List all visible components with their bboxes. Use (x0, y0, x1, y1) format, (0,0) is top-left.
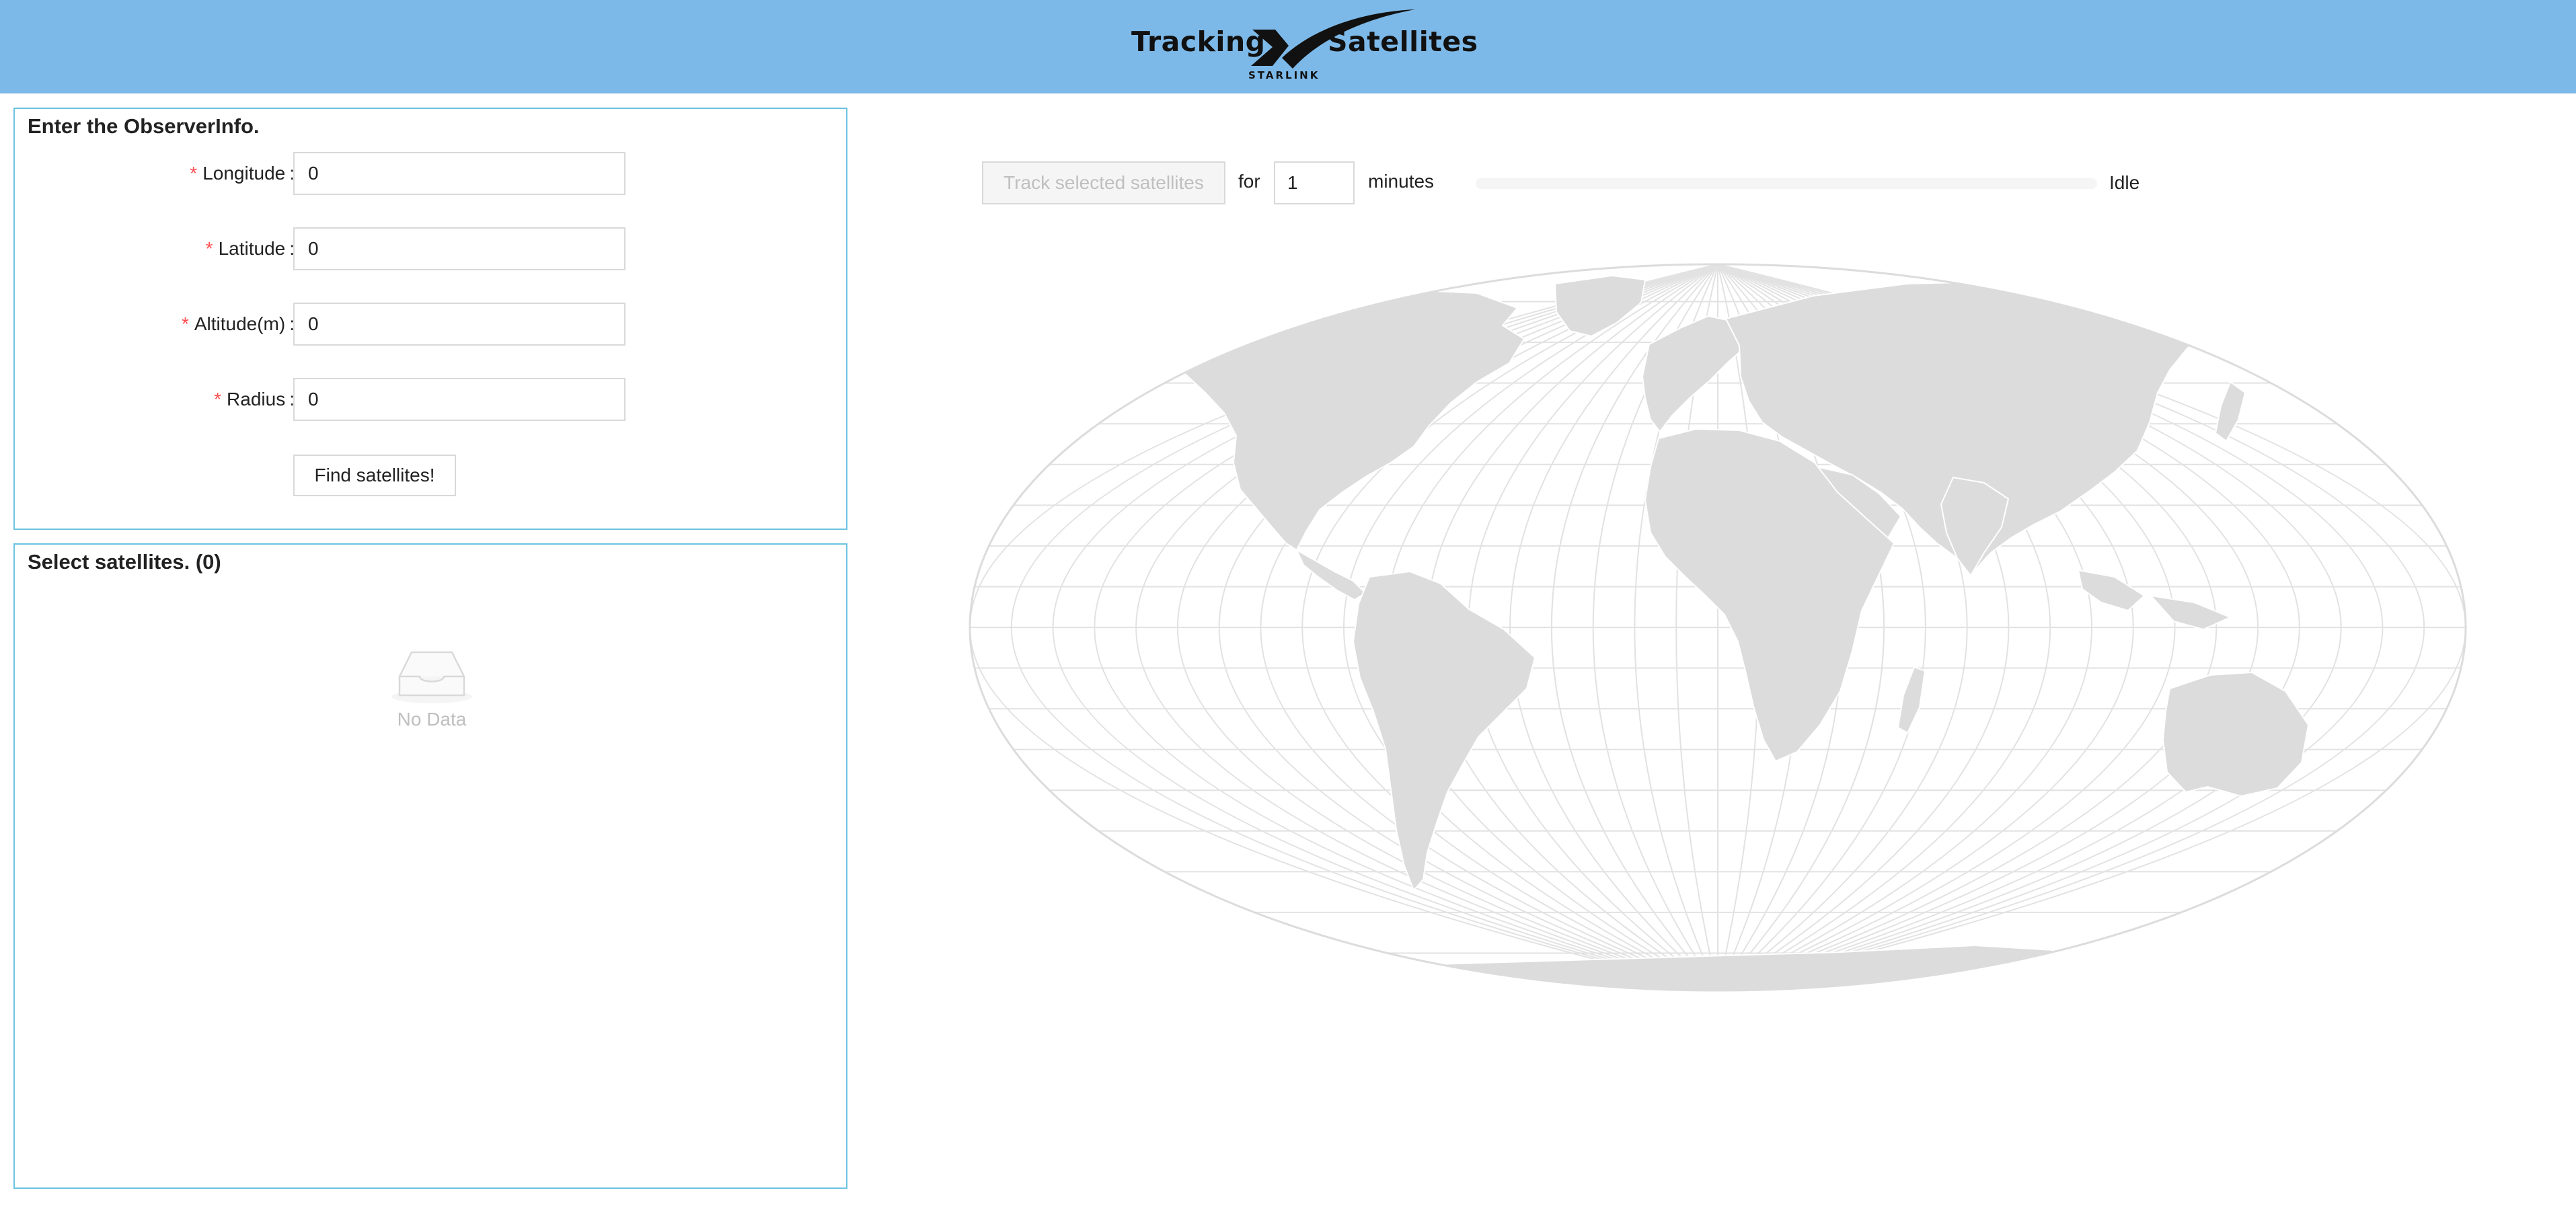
observer-panel-title: Enter the ObserverInfo. (28, 114, 260, 138)
empty-state: No Data (15, 646, 849, 730)
track-selected-button[interactable]: Track selected satellites (982, 161, 1225, 204)
longitude-row: * Longitude: (15, 152, 849, 195)
radius-label: * Radius: (214, 389, 295, 410)
for-label: for (1238, 171, 1260, 192)
select-satellites-panel: Select satellites. (0) No Data (13, 543, 847, 1189)
find-satellites-button[interactable]: Find satellites! (293, 455, 456, 496)
brand-subtitle: STARLINK (1248, 69, 1320, 81)
brand-logo: Tracking Satellites STARLINK (1130, 0, 1478, 93)
title-right: Satellites (1328, 26, 1478, 58)
world-map-icon[interactable] (966, 261, 2470, 994)
minutes-input[interactable] (1274, 161, 1355, 204)
altitude-label: * Altitude(m): (181, 313, 295, 334)
required-mark: * (214, 389, 222, 410)
app-header: Tracking Satellites STARLINK (0, 0, 2576, 93)
empty-text: No Data (397, 709, 467, 730)
select-panel-title: Select satellites. (0) (28, 550, 221, 574)
tracking-status: Idle (2109, 172, 2140, 193)
altitude-row: * Altitude(m): (15, 303, 849, 346)
latitude-label: * Latitude: (205, 238, 295, 259)
radius-row: * Radius: (15, 378, 849, 421)
empty-inbox-icon (391, 651, 472, 703)
required-mark: * (181, 313, 189, 334)
altitude-input[interactable] (293, 303, 626, 346)
longitude-label: * Longitude: (190, 163, 295, 184)
longitude-input[interactable] (293, 152, 626, 195)
tracking-progress-bar (1476, 178, 2097, 189)
latitude-input[interactable] (293, 227, 626, 270)
latitude-row: * Latitude: (15, 227, 849, 270)
required-mark: * (205, 238, 213, 259)
radius-input[interactable] (293, 378, 626, 421)
observer-info-panel: Enter the ObserverInfo. *Longitude: *Lat… (13, 108, 847, 530)
minutes-label: minutes (1368, 171, 1435, 192)
required-mark: * (190, 163, 198, 184)
